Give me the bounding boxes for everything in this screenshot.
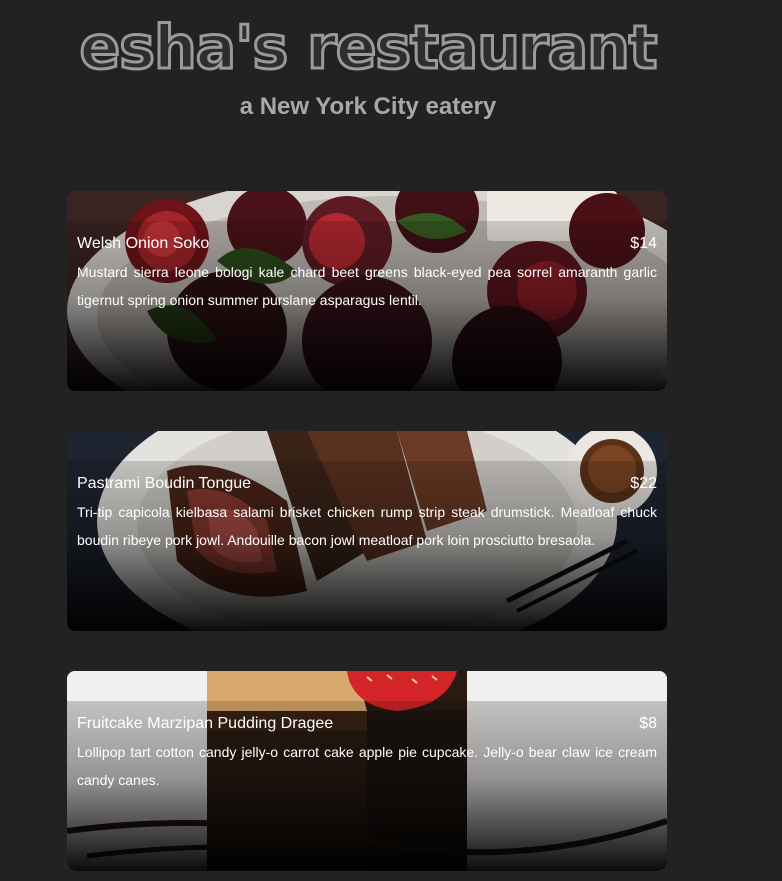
restaurant-title: esha's restaurant — [78, 12, 659, 85]
menu-item-description: Tri-tip capicola kielbasa salami brisket… — [77, 504, 657, 548]
menu-item-price: $22 — [630, 475, 657, 492]
menu-item-description: Mustard sierra leone bologi kale chard b… — [77, 264, 657, 308]
menu-item-card[interactable]: Pastrami Boudin Tongue $22 Tri-tip capic… — [67, 431, 667, 631]
menu-item-card[interactable]: Fruitcake Marzipan Pudding Dragee $8 Lol… — [67, 671, 667, 871]
menu-item-price: $8 — [639, 715, 657, 732]
menu-item-price: $14 — [630, 235, 657, 252]
menu-item-name: Welsh Onion Soko — [77, 235, 210, 252]
menu-item-card[interactable]: Welsh Onion Soko $14 Mustard sierra leon… — [67, 191, 667, 391]
menu-item-name: Fruitcake Marzipan Pudding Dragee — [77, 715, 334, 732]
menu-item-name: Pastrami Boudin Tongue — [77, 475, 252, 492]
menu-item-description: Lollipop tart cotton candy jelly-o carro… — [77, 744, 657, 788]
restaurant-subtitle: a New York City eatery — [239, 93, 497, 120]
